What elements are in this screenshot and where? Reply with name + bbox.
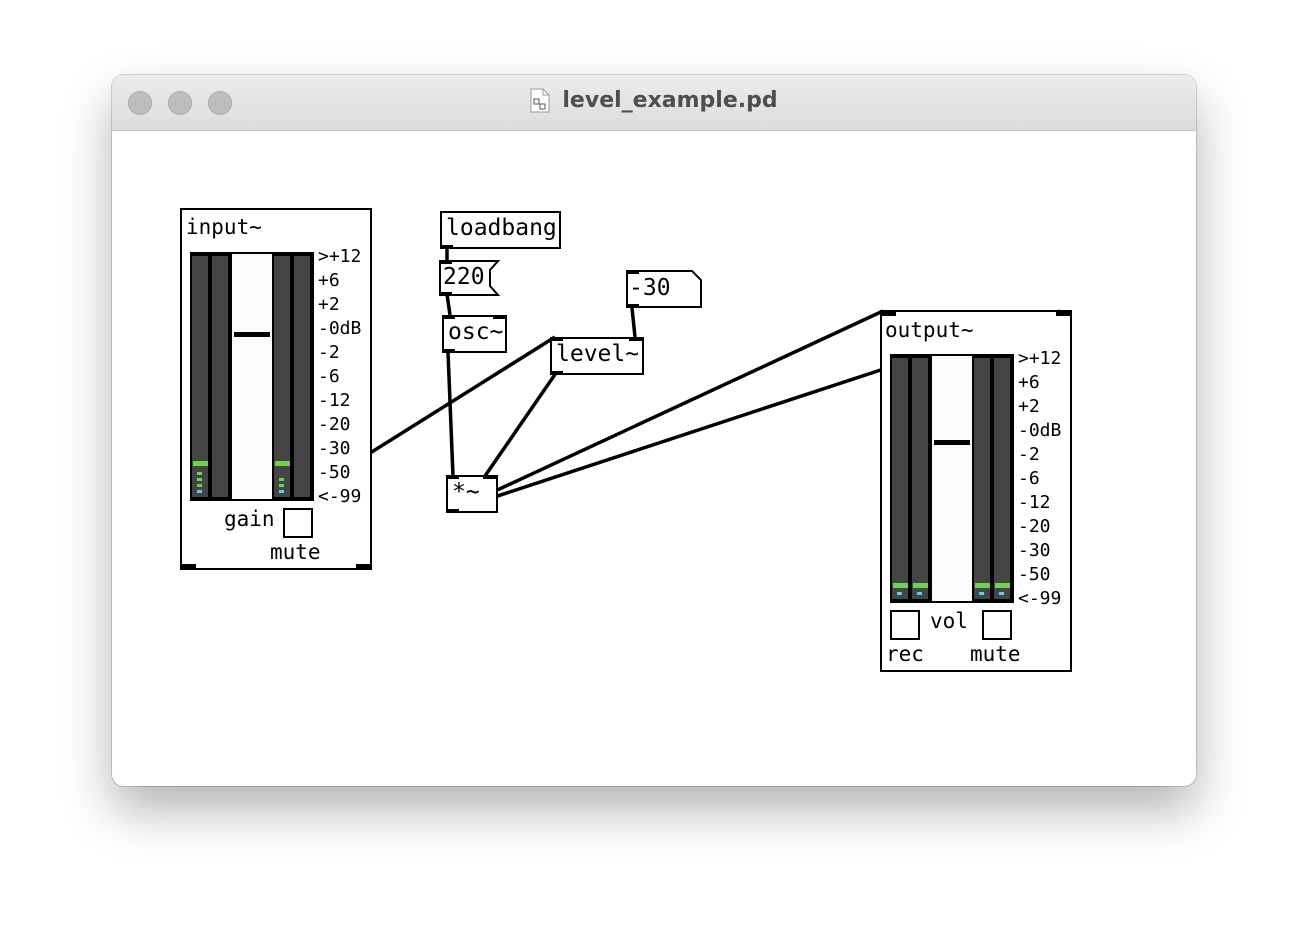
input-meter-left-b <box>212 256 228 497</box>
cord-mult-output-left <box>451 309 884 513</box>
input-gain-handle[interactable] <box>234 332 270 337</box>
window-title: level_example.pd <box>562 88 778 113</box>
output-rec-toggle[interactable] <box>890 610 920 640</box>
message-220[interactable]: 220 <box>439 260 501 296</box>
output-mute-toggle[interactable] <box>982 610 1012 640</box>
message-220-text: 220 <box>443 264 485 290</box>
input-meter-right-b <box>294 256 310 497</box>
number-box-minus30[interactable]: -30 <box>626 270 702 308</box>
input-gain-label: gain <box>224 507 275 531</box>
output-vol-label: vol <box>930 609 968 633</box>
number-box-value: -30 <box>629 275 671 301</box>
cord-osc-mult <box>446 351 455 477</box>
cord-minus30-level <box>630 307 637 338</box>
output-mute-label: mute <box>970 642 1021 666</box>
level-object[interactable]: level~ <box>550 337 644 375</box>
patch-canvas[interactable]: input~ >+12 +6 +2 -0dB -2 -6 -12 -20 -30… <box>112 131 1196 786</box>
cord-220-osc <box>445 293 452 316</box>
output-rec-label: rec <box>886 642 924 666</box>
input-meter-level-right <box>275 461 290 466</box>
input-gain-slider[interactable] <box>232 254 272 499</box>
output-title: output~ <box>885 318 974 342</box>
loadbang-object[interactable]: loadbang <box>440 211 561 249</box>
input-vu-meter <box>190 252 314 501</box>
multiply-object[interactable]: *~ <box>446 475 498 513</box>
input-mute-label: mute <box>270 540 321 564</box>
input-title: input~ <box>186 215 262 239</box>
output-vol-slider[interactable] <box>932 356 972 601</box>
input-meter-level-left <box>193 461 208 466</box>
output-vol-handle[interactable] <box>934 440 970 445</box>
output-abstraction[interactable]: output~ >+12 +6 +2 -0dB -2 -6 -12 -20 -3… <box>880 310 1072 672</box>
pd-patch-window: level_example.pd input~ >+12 +6 +2 -0dB … <box>112 75 1196 786</box>
input-abstraction[interactable]: input~ >+12 +6 +2 -0dB -2 -6 -12 -20 -30… <box>180 208 372 570</box>
title-bar[interactable]: level_example.pd <box>112 75 1196 131</box>
pd-file-icon <box>530 88 550 113</box>
cord-level-mult <box>483 372 558 477</box>
output-vu-meter <box>890 354 1014 603</box>
input-mute-toggle[interactable] <box>283 508 313 538</box>
osc-object[interactable]: osc~ <box>442 315 507 353</box>
